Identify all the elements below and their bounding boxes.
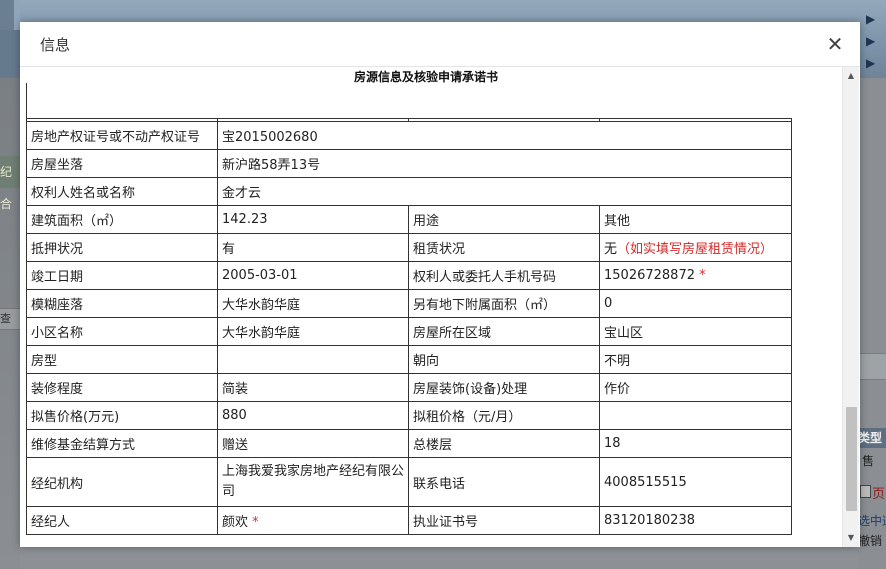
- cert-no-label: 房地产权证号或不动产权证号: [26, 121, 218, 150]
- arrow-right-icon[interactable]: ▶: [866, 30, 886, 52]
- property-info-table: 房地产权证号或不动产权证号 宝2015002680 房屋坐落 新沪路58弄13号…: [26, 118, 792, 535]
- table-row: 经纪人 颜欢 * 执业证书号 83120180238: [26, 506, 792, 535]
- address-label: 房屋坐落: [26, 149, 218, 178]
- table-row: 房型 朝向 不明: [26, 345, 792, 374]
- table-row: 建筑面积（㎡） 142.23 用途 其他: [26, 205, 792, 234]
- table-row: 权利人姓名或名称 金才云: [26, 177, 792, 206]
- table-row: 维修基金结算方式 赠送 总楼层 18: [26, 429, 792, 458]
- district-value: 宝山区: [599, 317, 792, 346]
- total-floors-value: 18: [599, 429, 792, 458]
- required-star: *: [252, 515, 259, 530]
- phone-value-cell: 15026728872 *: [599, 261, 792, 290]
- agent-label: 经纪人: [26, 506, 218, 535]
- decoration-label: 装修程度: [26, 373, 218, 402]
- total-floors-label: 总楼层: [408, 429, 600, 458]
- contact-phone-label: 联系电话: [408, 457, 600, 507]
- owner-value: 金才云: [217, 177, 792, 206]
- sale-price-value: 880: [217, 401, 409, 430]
- owner-label: 权利人姓名或名称: [26, 177, 218, 206]
- dialog-title: 信息: [40, 36, 71, 54]
- maintenance-fund-value: 赠送: [217, 429, 409, 458]
- cert-no-value: 宝2015002680: [217, 121, 792, 150]
- background-right-link[interactable]: 选中通: [858, 512, 886, 529]
- agent-value: 颜欢: [222, 515, 249, 530]
- lease-label: 租赁状况: [408, 233, 600, 262]
- fixtures-value: 作价: [599, 373, 792, 402]
- info-dialog: 信息 ✕ 房源信息及核验申请承诺书 房地产权证号或不动产权证号 宝2015002…: [20, 22, 860, 547]
- table-row: 装修程度 简装 房屋装饰(设备)处理 作价: [26, 373, 792, 402]
- sale-price-label: 拟售价格(万元): [26, 401, 218, 430]
- background-right-header: 类型: [858, 428, 886, 448]
- background-right-text[interactable]: 撤销: [858, 532, 882, 549]
- basement-area-value: 0: [599, 289, 792, 318]
- orientation-value: 不明: [599, 345, 792, 374]
- area-label: 建筑面积（㎡）: [26, 205, 218, 234]
- table-row: 房地产权证号或不动产权证号 宝2015002680: [26, 121, 792, 150]
- scroll-up-arrow-icon[interactable]: ▲: [843, 69, 859, 83]
- dialog-body: 房源信息及核验申请承诺书 房地产权证号或不动产权证号 宝2015002680 房…: [20, 67, 860, 547]
- table-row: 模糊座落 大华水韵华庭 另有地下附属面积（㎡） 0: [26, 289, 792, 318]
- usage-label: 用途: [408, 205, 600, 234]
- decoration-value: 简装: [217, 373, 409, 402]
- table-row: 经纪机构 上海我爱我家房地产经纪有限公司 联系电话 4008515515: [26, 457, 792, 507]
- mortgage-label: 抵押状况: [26, 233, 218, 262]
- agency-label: 经纪机构: [26, 457, 218, 507]
- dialog-header: 信息 ✕: [20, 22, 860, 67]
- table-row: 拟售价格(万元) 880 拟租价格（元/月）: [26, 401, 792, 430]
- background-arrow-icons: ▶ ▶ ▶: [866, 8, 886, 74]
- phone-label: 权利人或委托人手机号码: [408, 261, 600, 290]
- mortgage-value: 有: [217, 233, 409, 262]
- background-left-button[interactable]: 查询: [0, 308, 20, 330]
- rent-price-value: [599, 401, 792, 430]
- scroll-down-arrow-icon[interactable]: ▼: [843, 531, 859, 545]
- layout-label: 房型: [26, 345, 218, 374]
- district-label: 房屋所在区域: [408, 317, 600, 346]
- address-value: 新沪路58弄13号: [217, 149, 792, 178]
- required-star: *: [699, 268, 706, 283]
- background-checkbox[interactable]: [860, 485, 871, 498]
- rent-price-label: 拟租价格（元/月）: [408, 401, 600, 430]
- vertical-scrollbar[interactable]: ▲ ▼: [842, 67, 859, 547]
- table-row: 竣工日期 2005-03-01 权利人或委托人手机号码 15026728872 …: [26, 261, 792, 290]
- phone-value: 15026728872: [604, 268, 695, 283]
- arrow-right-icon[interactable]: ▶: [866, 52, 886, 74]
- completion-date-label: 竣工日期: [26, 261, 218, 290]
- license-no-value: 83120180238: [599, 506, 792, 535]
- background-right-text: 页: [872, 487, 886, 502]
- maintenance-fund-label: 维修基金结算方式: [26, 429, 218, 458]
- background-left-panel: 纪合 查询: [0, 78, 20, 569]
- contact-phone-value: 4008515515: [599, 457, 792, 507]
- community-value: 大华水韵华庭: [217, 317, 409, 346]
- fixtures-label: 房屋装饰(设备)处理: [408, 373, 600, 402]
- background-right-panel: 类型 售 页 选中通 撤销: [858, 78, 886, 569]
- agent-value-cell: 颜欢 *: [217, 506, 409, 535]
- fuzzy-address-label: 模糊座落: [26, 289, 218, 318]
- document-title: 房源信息及核验申请承诺书: [353, 70, 498, 84]
- usage-value: 其他: [599, 205, 792, 234]
- area-value: 142.23: [217, 205, 409, 234]
- background-left-tab: 纪合: [0, 156, 20, 211]
- arrow-right-icon[interactable]: ▶: [866, 8, 886, 30]
- background-right-field[interactable]: [858, 353, 886, 380]
- content-frame: 房源信息及核验申请承诺书 房地产权证号或不动产权证号 宝2015002680 房…: [20, 67, 832, 547]
- table-row: 房屋坐落 新沪路58弄13号: [26, 149, 792, 178]
- license-no-label: 执业证书号: [408, 506, 600, 535]
- divider: [26, 83, 27, 118]
- close-icon[interactable]: ✕: [822, 31, 848, 57]
- lease-value: 无: [604, 242, 618, 257]
- scrollbar-thumb[interactable]: [846, 407, 857, 511]
- table-row: 抵押状况 有 租赁状况 无（如实填写房屋租赁情况）: [26, 233, 792, 262]
- basement-area-label: 另有地下附属面积（㎡）: [408, 289, 600, 318]
- fuzzy-address-value: 大华水韵华庭: [217, 289, 409, 318]
- lease-value-cell: 无（如实填写房屋租赁情况）: [599, 233, 792, 262]
- lease-note: （如实填写房屋租赁情况）: [617, 242, 774, 257]
- table-row: 小区名称 大华水韵华庭 房屋所在区域 宝山区: [26, 317, 792, 346]
- orientation-label: 朝向: [408, 345, 600, 374]
- layout-value: [217, 345, 409, 374]
- community-label: 小区名称: [26, 317, 218, 346]
- background-right-text: 售: [862, 454, 875, 468]
- agency-value: 上海我爱我家房地产经纪有限公司: [217, 457, 409, 507]
- completion-date-value: 2005-03-01: [217, 261, 409, 290]
